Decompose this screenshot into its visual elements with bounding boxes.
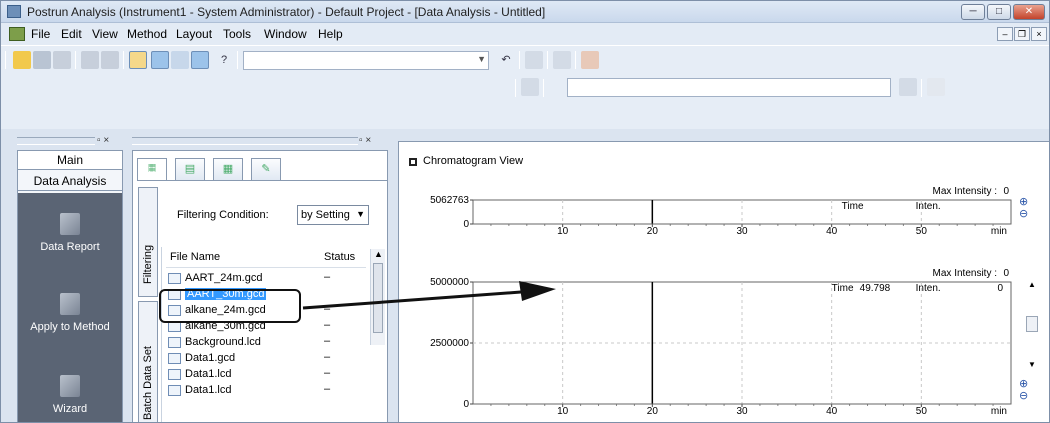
callout-arrow	[302, 281, 556, 310]
application-window: Postrun Analysis (Instrument1 - System A…	[0, 0, 1050, 423]
